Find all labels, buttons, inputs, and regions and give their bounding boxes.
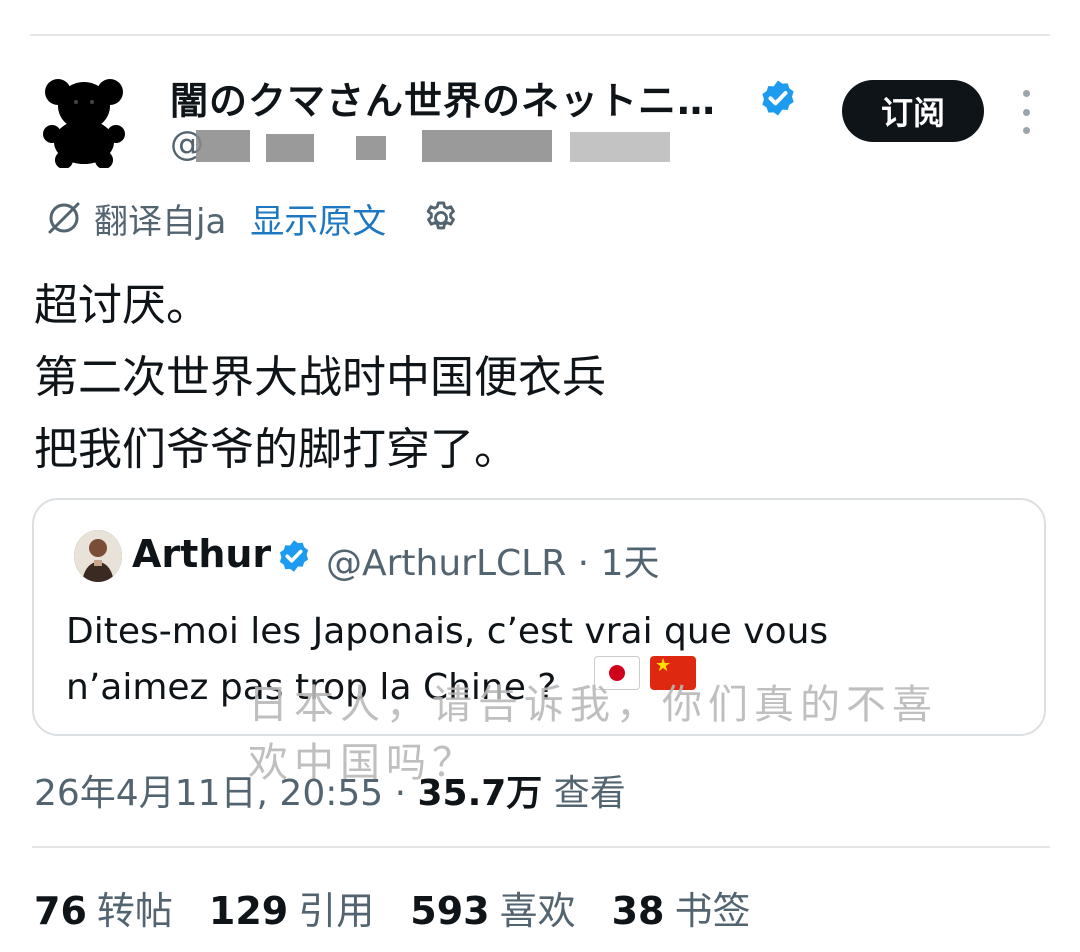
stats-divider (32, 846, 1050, 848)
handle-redaction (422, 130, 552, 162)
verified-badge-icon (279, 540, 309, 572)
gear-icon[interactable] (422, 199, 460, 237)
post-datetime[interactable]: 26年4月11日, 20:55 · (34, 773, 417, 814)
views-label: 查看 (542, 773, 626, 814)
engagement-stats: 76 转帖 129 引用 593 喜欢 38 书签 (34, 880, 751, 935)
handle-redaction (570, 132, 670, 162)
avatar-figure (74, 530, 122, 582)
translate-icon (48, 202, 80, 234)
author-handle[interactable]: @ (170, 124, 670, 164)
bear-avatar[interactable] (42, 76, 126, 168)
handle-redaction (266, 134, 314, 162)
post-text: 超讨厌。 第二次世界大战时中国便衣兵 把我们爷爷的脚打穿了。 (34, 280, 606, 475)
more-options-icon[interactable] (1014, 90, 1038, 134)
repost-count[interactable]: 76 转帖 (34, 880, 173, 935)
quote-handle-and-time: @ArthurLCLR · 1天 (326, 543, 660, 584)
subscribe-button[interactable]: 订阅 (842, 80, 984, 142)
quote-author-avatar[interactable] (74, 530, 122, 582)
top-divider (30, 34, 1050, 36)
verified-badge-icon (762, 80, 794, 116)
quote-count[interactable]: 129 引用 (209, 880, 374, 935)
show-original-link[interactable]: 显示原文 (250, 194, 386, 243)
author-display-name[interactable]: 闇のクマさん世界のネットニ… (170, 70, 716, 125)
view-count: 35.7万 (417, 773, 543, 814)
quote-author-name[interactable]: Arthur (132, 532, 271, 576)
timestamp-row: 26年4月11日, 20:55 · 35.7万 查看 (34, 764, 626, 816)
bookmark-count[interactable]: 38 书签 (612, 880, 751, 935)
handle-redaction (356, 136, 386, 160)
translated-from-label: 翻译自ja (94, 201, 227, 242)
handle-redaction (196, 130, 250, 162)
translation-row: 翻译自ja 显示原文 (44, 192, 460, 244)
like-count[interactable]: 593 喜欢 (410, 880, 575, 935)
